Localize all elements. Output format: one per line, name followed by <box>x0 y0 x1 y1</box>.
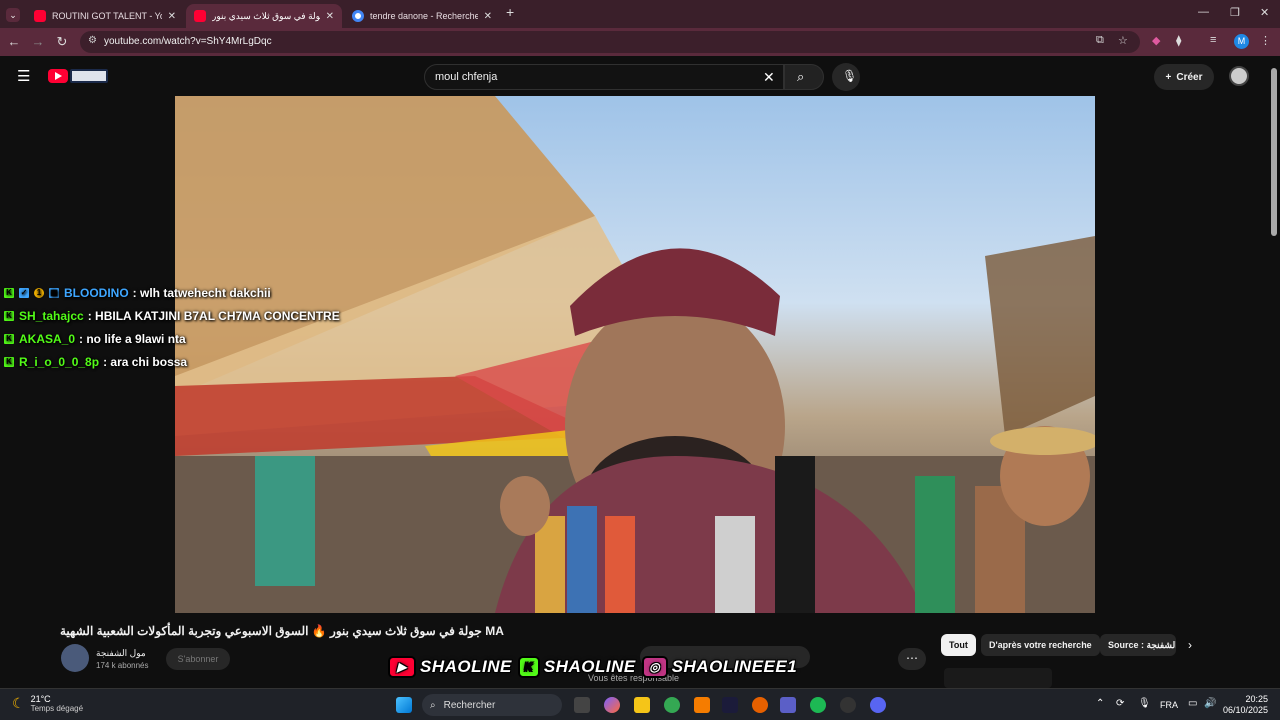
kick-handle: K SHAOLINE <box>517 656 636 678</box>
scrollbar-thumb[interactable] <box>1271 68 1277 236</box>
bookmark-star-icon[interactable]: ☆ <box>1118 34 1128 47</box>
chip-source[interactable]: Source : الشفنجة <box>1100 634 1176 656</box>
chip-search-related[interactable]: D'après votre recherche <box>981 634 1100 656</box>
youtube-icon: ▶ <box>388 656 416 678</box>
url-text: youtube.com/watch?v=ShY4MrLgDqc <box>104 36 272 47</box>
create-button[interactable]: + Créer <box>1154 64 1214 90</box>
spotify-icon[interactable] <box>810 697 826 713</box>
address-bar-row: ← → ↻ ⚙ youtube.com/watch?v=ShY4MrLgDqc … <box>0 28 1280 56</box>
app-icon[interactable] <box>694 697 710 713</box>
tab-routini[interactable]: ROUTINI GOT TALENT - YouTube ✕ <box>26 4 184 28</box>
recommended-thumbnail[interactable] <box>944 668 1052 688</box>
hamburger-menu-icon[interactable]: ☰ <box>17 67 30 85</box>
kick-badge-icon: K <box>4 287 14 298</box>
extensions-icon[interactable]: ⧫ <box>1176 34 1181 47</box>
moon-icon: ☾ <box>12 695 25 711</box>
browser-icon[interactable] <box>752 697 768 713</box>
start-icon[interactable] <box>396 697 412 713</box>
task-view-icon[interactable] <box>574 697 590 713</box>
clear-search-icon[interactable]: ✕ <box>763 69 775 86</box>
profile-avatar[interactable]: M <box>1234 34 1249 49</box>
search-icon: ⌕ <box>430 699 436 711</box>
reading-list-icon[interactable]: ≡ <box>1210 34 1216 46</box>
microphone-icon: 🎙 <box>842 69 858 83</box>
tab-google[interactable]: tendre danone - Recherche Google ✕ <box>344 4 500 28</box>
discord-icon[interactable] <box>870 697 886 713</box>
plus-icon: + <box>1165 71 1172 83</box>
file-explorer-icon[interactable] <box>634 697 650 713</box>
kick-icon: K <box>517 656 540 678</box>
social-overlay: ▶ SHAOLINE K SHAOLINE ◎ SHAOLINEEE1 <box>388 652 797 682</box>
account-avatar[interactable] <box>1229 66 1249 86</box>
volume-icon[interactable]: 🔊 <box>1204 698 1216 709</box>
instagram-icon: ◎ <box>641 656 668 678</box>
chat-message: K ✓ 1 ▦ BLOODINO : wlh tatwehecht dakchi… <box>4 281 340 304</box>
language-indicator[interactable]: FRA <box>1160 700 1178 710</box>
taskbar-search[interactable]: ⌕ Rechercher <box>422 694 562 716</box>
chat-message: K SH_tahajcc : HBILA KATJINI B7AL CH7MA … <box>4 304 340 327</box>
youtube-header: ☰ moul chfenja ✕ ⌕ 🎙 + Créer <box>0 56 1268 96</box>
youtube-logo-icon[interactable] <box>48 69 68 83</box>
page-scrollbar[interactable] <box>1268 56 1280 688</box>
chat-overlay: K ✓ 1 ▦ BLOODINO : wlh tatwehecht dakchi… <box>4 281 340 373</box>
more-actions-icon[interactable]: ⋯ <box>898 648 926 670</box>
google-icon <box>352 10 364 22</box>
app-icon[interactable] <box>840 697 856 713</box>
copilot-icon[interactable] <box>604 697 620 713</box>
omnibox[interactable]: ⚙ youtube.com/watch?v=ShY4MrLgDqc ⧉ ☆ <box>80 31 1140 53</box>
terminal-icon[interactable] <box>722 697 738 713</box>
chip-all[interactable]: Tout <box>941 634 976 656</box>
subscribe-button[interactable]: S'abonner <box>166 648 230 670</box>
tray-chevron-icon[interactable]: ⌃ <box>1096 698 1104 709</box>
network-icon[interactable]: ▭ <box>1188 698 1197 709</box>
voice-search-button[interactable]: 🎙 <box>832 63 860 91</box>
youtube-icon <box>194 10 206 22</box>
doodle-logo[interactable] <box>70 69 108 83</box>
close-icon[interactable]: ✕ <box>168 11 176 22</box>
search-icon: ⌕ <box>797 69 805 84</box>
verified-badge-icon: ✓ <box>19 287 29 298</box>
instagram-handle: ◎ SHAOLINEEE1 <box>641 656 797 678</box>
weather-widget[interactable]: ☾ 21°C Temps dégagé <box>12 694 83 713</box>
chat-message: K AKASA_0 : no life a 9lawi nta <box>4 327 340 350</box>
gift-badge-icon: ▦ <box>49 287 59 298</box>
kick-badge-icon: K <box>4 333 14 344</box>
new-tab-icon[interactable]: + <box>506 4 514 20</box>
chat-message: K R_i_o_0_0_8p : ara chi bossa <box>4 350 340 373</box>
search-input[interactable]: moul chfenja ✕ <box>424 64 784 90</box>
channel-name[interactable]: مول الشفنجة <box>96 648 146 659</box>
minimize-icon[interactable]: — <box>1198 6 1209 18</box>
subscriber-count: 174 k abonnés <box>96 661 149 670</box>
install-app-icon[interactable]: ⧉ <box>1096 34 1104 47</box>
windows-taskbar: ☾ 21°C Temps dégagé ⌕ Rechercher ⌃ ⟳ 🎙 F… <box>0 688 1280 720</box>
close-icon[interactable]: ✕ <box>326 11 334 22</box>
microphone-icon[interactable]: 🎙 <box>1138 698 1151 709</box>
tab-search-chevron-icon[interactable]: ⌄ <box>6 8 20 22</box>
reload-icon[interactable]: ↻ <box>54 34 70 50</box>
tab-strip: ⌄ ROUTINI GOT TALENT - YouTube ✕ جولة في… <box>0 0 1280 28</box>
window-close-icon[interactable]: ✕ <box>1260 6 1269 19</box>
chevron-right-icon[interactable]: › <box>1188 638 1192 652</box>
site-info-icon[interactable]: ⚙ <box>88 35 97 46</box>
chrome-menu-icon[interactable]: ⋮ <box>1260 34 1271 47</box>
restore-icon[interactable]: ❐ <box>1230 6 1240 19</box>
search-button[interactable]: ⌕ <box>784 64 824 90</box>
back-icon[interactable]: ← <box>6 34 22 49</box>
video-title: جولة في سوق ثلاث سيدي بنور 🔥 السوق الاسب… <box>60 624 504 638</box>
kick-badge-icon: K <box>4 310 14 321</box>
sub-badge-icon: 1 <box>34 287 44 298</box>
forward-icon[interactable]: → <box>30 34 46 49</box>
clock[interactable]: 20:25 06/10/2025 <box>1222 694 1268 716</box>
tab-active-video[interactable]: جولة في سوق ثلاث سيدي بنور ✕ <box>186 4 342 28</box>
close-icon[interactable]: ✕ <box>484 11 492 22</box>
youtube-icon <box>34 10 46 22</box>
sync-icon[interactable]: ⟳ <box>1116 698 1124 709</box>
kick-badge-icon: K <box>4 356 14 367</box>
channel-avatar[interactable] <box>61 644 89 672</box>
youtube-handle: ▶ SHAOLINE <box>388 656 512 678</box>
shield-extension-icon[interactable]: ◆ <box>1152 34 1160 47</box>
teams-icon[interactable] <box>780 697 796 713</box>
chrome-icon[interactable] <box>664 697 680 713</box>
